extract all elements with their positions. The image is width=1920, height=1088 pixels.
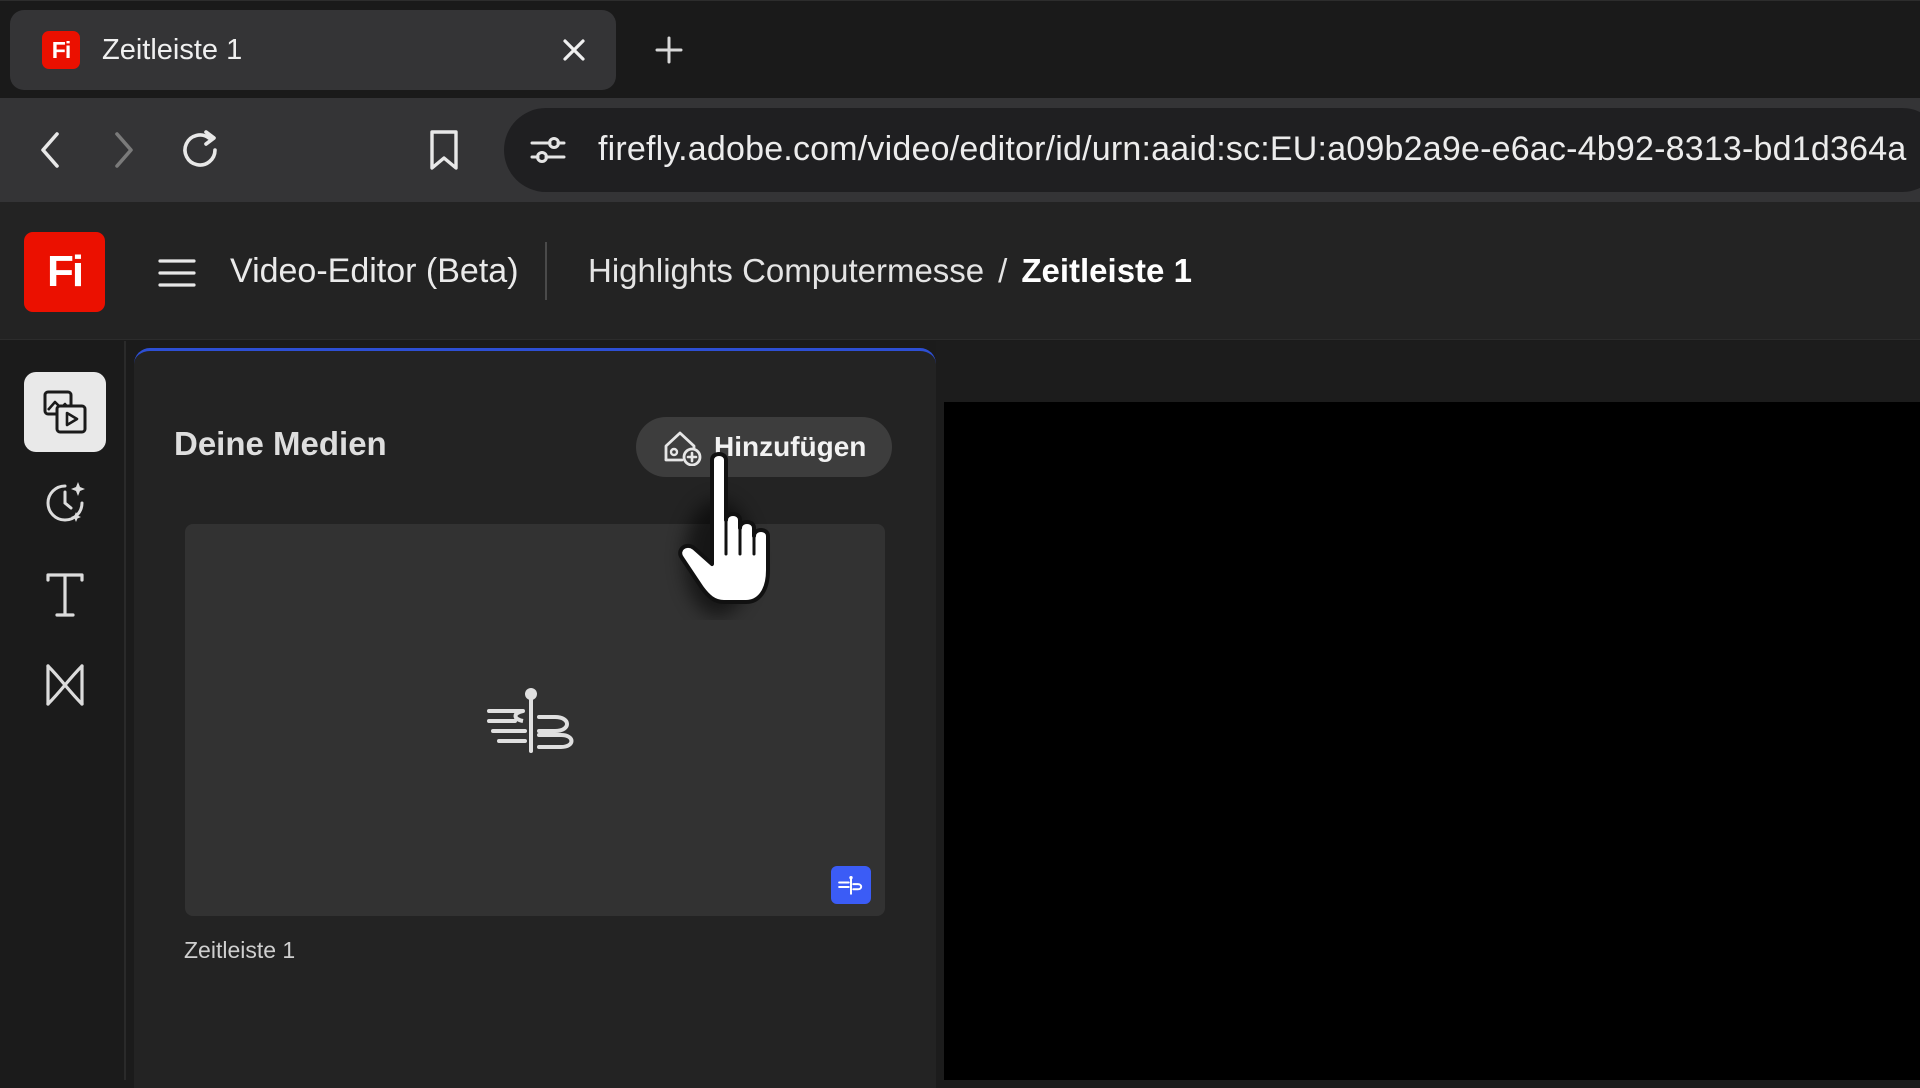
rail-transitions-button[interactable] — [24, 645, 106, 725]
app-header: Fi Video-Editor (Beta) Highlights Comput… — [0, 202, 1920, 340]
rail-generate-button[interactable] — [24, 463, 106, 543]
rail-text-button[interactable] — [24, 555, 106, 635]
browser-tab-strip: Fi Zeitleiste 1 — [0, 0, 1920, 98]
new-tab-icon[interactable] — [644, 25, 694, 75]
header-divider — [545, 242, 547, 300]
timeline-sequence-icon — [483, 682, 579, 758]
video-preview[interactable] — [944, 402, 1920, 1080]
media-item-name: Zeitleiste 1 — [184, 937, 296, 963]
transitions-icon — [46, 664, 84, 706]
text-icon — [46, 573, 84, 617]
address-bar[interactable]: firefly.adobe.com/video/editor/id/urn:aa… — [504, 108, 1920, 192]
generate-icon — [46, 482, 85, 522]
breadcrumb-separator: / — [998, 252, 1008, 289]
media-panel: Deine Medien Hinzufügen Zeitleiste 1 — [134, 348, 936, 1088]
left-tool-rail — [0, 341, 126, 1080]
panel-title: Deine Medien — [174, 425, 387, 462]
breadcrumb-current: Zeitleiste 1 — [1021, 252, 1192, 289]
sequence-badge-icon — [831, 866, 871, 904]
tab-title: Zeitleiste 1 — [102, 33, 243, 66]
close-tab-icon[interactable] — [552, 28, 596, 72]
reload-icon[interactable] — [170, 120, 230, 180]
bookmark-icon[interactable] — [414, 120, 474, 180]
breadcrumb: Highlights Computermesse / Zeitleiste 1 — [588, 252, 1192, 290]
firefly-logo[interactable]: Fi — [24, 232, 105, 312]
media-icon — [43, 390, 87, 434]
url-text: firefly.adobe.com/video/editor/id/urn:aa… — [598, 130, 1907, 168]
rail-media-button[interactable] — [24, 372, 106, 452]
breadcrumb-project[interactable]: Highlights Computermesse — [588, 252, 984, 290]
hand-pointer-cursor-icon — [678, 452, 770, 616]
browser-toolbar: firefly.adobe.com/video/editor/id/urn:aa… — [0, 98, 1920, 202]
hamburger-menu-icon[interactable] — [152, 248, 202, 298]
firefly-favicon-icon: Fi — [42, 31, 80, 69]
site-settings-icon[interactable] — [524, 126, 572, 174]
browser-tab[interactable]: Fi Zeitleiste 1 — [10, 10, 616, 90]
forward-arrow-icon[interactable] — [94, 120, 154, 180]
back-arrow-icon[interactable] — [20, 120, 80, 180]
app-title: Video-Editor (Beta) — [230, 252, 519, 290]
